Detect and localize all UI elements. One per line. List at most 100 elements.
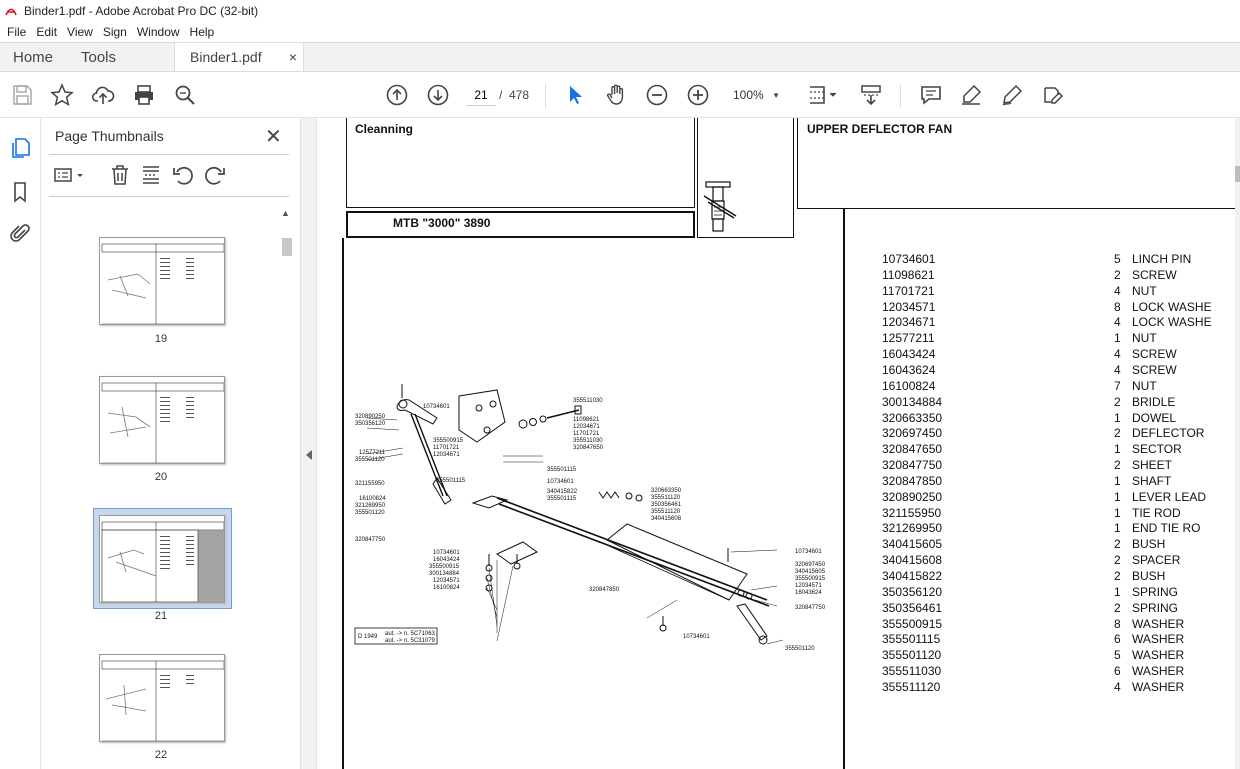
part-quantity: 2 bbox=[1114, 394, 1121, 409]
options-menu-icon[interactable] bbox=[53, 163, 87, 187]
part-quantity: 1 bbox=[1114, 331, 1121, 346]
figure-callout: 355501115 bbox=[436, 478, 466, 484]
rotate-clockwise-icon[interactable] bbox=[203, 163, 227, 187]
draw-sign-icon[interactable] bbox=[999, 82, 1025, 108]
page-number-input[interactable] bbox=[466, 84, 496, 106]
document-scrollbar[interactable] bbox=[1235, 118, 1240, 769]
section-title: Cleanning bbox=[355, 122, 414, 136]
fit-page-icon[interactable] bbox=[806, 82, 840, 108]
figure-callout: 320847750 bbox=[355, 537, 386, 543]
part-code: 320847650 bbox=[882, 442, 943, 457]
delete-page-icon[interactable] bbox=[108, 163, 132, 187]
page-thumbnail[interactable] bbox=[99, 515, 225, 603]
menu-sign[interactable]: Sign bbox=[98, 25, 132, 39]
rotate-counterclockwise-icon[interactable] bbox=[171, 163, 195, 187]
menu-view[interactable]: View bbox=[62, 25, 98, 39]
menu-file[interactable]: File bbox=[2, 25, 31, 39]
part-description: DEFLECTOR bbox=[1132, 426, 1205, 441]
tab-document-label: Binder1.pdf bbox=[190, 49, 262, 65]
part-quantity: 2 bbox=[1114, 600, 1121, 615]
search-icon[interactable] bbox=[172, 82, 198, 108]
part-quantity: 4 bbox=[1114, 283, 1121, 298]
select-cursor-icon[interactable] bbox=[562, 82, 588, 108]
part-description: SCREW bbox=[1132, 347, 1177, 362]
thumbnails-scroll-thumb[interactable] bbox=[282, 238, 292, 256]
page-thumbnail[interactable] bbox=[99, 376, 225, 464]
part-code: 355500915 bbox=[882, 616, 943, 631]
part-quantity: 5 bbox=[1114, 252, 1121, 266]
parts-row: 355500915 8 WASHER bbox=[882, 617, 1240, 633]
part-description: SHAFT bbox=[1132, 473, 1172, 488]
fill-sign-icon[interactable] bbox=[1040, 82, 1066, 108]
panel-collapse-handle[interactable] bbox=[300, 118, 317, 769]
part-description: NUT bbox=[1132, 378, 1157, 393]
panel-divider bbox=[49, 154, 289, 155]
figure-callout: 16100824 bbox=[433, 585, 460, 591]
figure-callout: 320663350 bbox=[651, 488, 682, 494]
page-thumbnails-icon[interactable] bbox=[8, 136, 32, 160]
page-thumbnail[interactable] bbox=[99, 654, 225, 742]
menu-help[interactable]: Help bbox=[185, 25, 220, 39]
part-quantity: 8 bbox=[1114, 299, 1121, 314]
scroll-up-icon[interactable]: ▲ bbox=[281, 208, 290, 218]
part-quantity: 1 bbox=[1114, 410, 1121, 425]
parts-row: 16043424 4 SCREW bbox=[882, 347, 1240, 363]
zoom-in-icon[interactable] bbox=[685, 82, 711, 108]
parts-row: 321155950 1 TIE ROD bbox=[882, 506, 1240, 522]
document-view[interactable]: Cleanning MTB "3000" 3890 UPPER DEFLECTO… bbox=[317, 118, 1240, 769]
figure-callout: 16043624 bbox=[795, 590, 822, 596]
part-code: 350356461 bbox=[882, 600, 943, 615]
part-quantity: 4 bbox=[1114, 679, 1121, 694]
save-icon[interactable] bbox=[9, 82, 35, 108]
zoom-select[interactable]: 100% ▼ bbox=[724, 84, 788, 106]
highlight-pen-icon[interactable] bbox=[958, 82, 984, 108]
tab-tools[interactable]: Tools bbox=[66, 43, 174, 71]
part-code: 355501120 bbox=[882, 648, 942, 663]
zoom-out-icon[interactable] bbox=[644, 82, 670, 108]
part-description: SECTOR bbox=[1132, 442, 1182, 457]
part-code: 340415822 bbox=[882, 569, 943, 583]
part-code: 355511030 bbox=[882, 664, 942, 679]
document-scroll-thumb[interactable] bbox=[1235, 166, 1240, 182]
close-tab-icon[interactable]: × bbox=[289, 49, 297, 65]
previous-page-icon[interactable] bbox=[384, 82, 410, 108]
thumbnail-label: 22 bbox=[154, 749, 168, 761]
cloud-upload-icon[interactable] bbox=[90, 82, 116, 108]
menu-window[interactable]: Window bbox=[132, 25, 185, 39]
figure-callout: 355500915 bbox=[429, 564, 460, 570]
comment-icon[interactable] bbox=[918, 82, 944, 108]
parts-row: 320890250 1 LEVER LEAD bbox=[882, 490, 1240, 506]
scroll-mode-icon[interactable] bbox=[858, 82, 884, 108]
part-description: SCREW bbox=[1132, 362, 1177, 377]
menu-edit[interactable]: Edit bbox=[31, 25, 62, 39]
tab-home[interactable]: Home bbox=[0, 43, 66, 71]
part-description: LINCH PIN bbox=[1132, 252, 1192, 266]
thumbnail-tools bbox=[49, 160, 289, 190]
figure-callout: 16043424 bbox=[433, 557, 460, 563]
parts-row: 340415605 2 BUSH bbox=[882, 537, 1240, 553]
figure-callout: 11098621 bbox=[573, 417, 600, 423]
close-panel-icon[interactable]: ✕ bbox=[265, 124, 282, 149]
part-code: 12034571 bbox=[882, 299, 936, 314]
hand-tool-icon[interactable] bbox=[603, 82, 629, 108]
part-quantity: 2 bbox=[1114, 267, 1121, 282]
parts-row: 340415822 2 BUSH bbox=[882, 569, 1240, 585]
tab-document[interactable]: Binder1.pdf × bbox=[174, 43, 304, 71]
menu-bar: File Edit View Sign Window Help bbox=[0, 22, 1240, 42]
exploded-parts-diagram: D 1949 aut. -> n. 5C71063 aut. -> n. 5C3… bbox=[354, 384, 826, 652]
attachments-icon[interactable] bbox=[8, 222, 32, 246]
page-thumbnail[interactable] bbox=[99, 237, 225, 325]
thumbnails-scrollbar[interactable]: ▲ bbox=[280, 208, 292, 763]
parts-row: 355501120 5 WASHER bbox=[882, 648, 1240, 664]
parts-row: 320697450 2 DEFLECTOR bbox=[882, 426, 1240, 442]
print-icon[interactable] bbox=[131, 82, 157, 108]
part-description: TIE ROD bbox=[1132, 505, 1181, 520]
next-page-icon[interactable] bbox=[425, 82, 451, 108]
bookmarks-icon[interactable] bbox=[8, 180, 32, 204]
bookmark-star-icon[interactable] bbox=[49, 82, 75, 108]
part-code: 321269950 bbox=[882, 521, 943, 536]
parts-row: 320663350 1 DOWEL bbox=[882, 411, 1240, 427]
toolbar-divider bbox=[545, 84, 546, 108]
part-quantity: 1 bbox=[1114, 584, 1121, 599]
insert-page-icon[interactable] bbox=[139, 163, 163, 187]
